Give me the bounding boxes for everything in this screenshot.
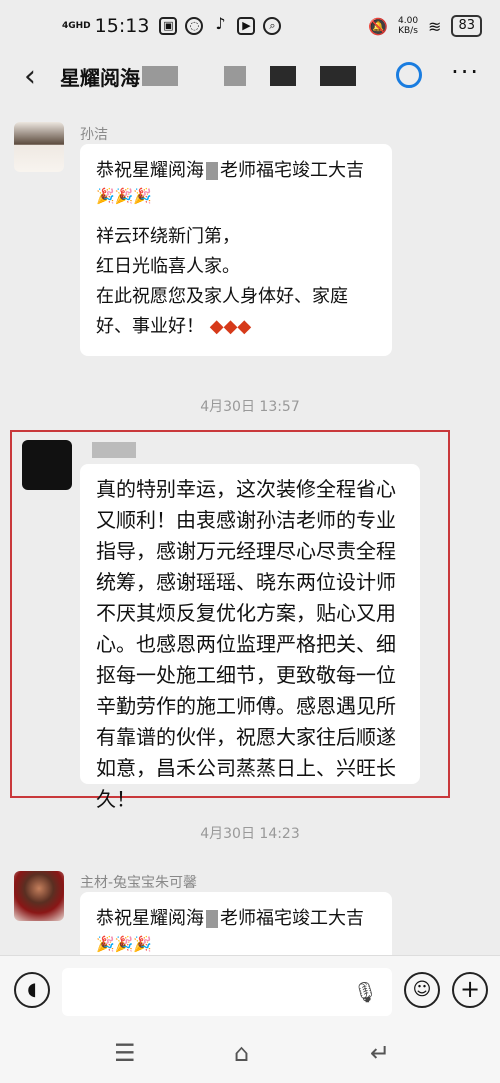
video-app-icon: ▶ [237,17,256,35]
redacted-block [142,66,178,86]
message-line: 恭祝星耀阅海 老师福宅竣工大吉 [96,156,376,186]
message-bubble[interactable]: 恭祝星耀阅海 老师福宅竣工大吉 🎉🎉🎉 祥云环绕新门第， 红日光临喜人家。 在此祝… [80,144,392,356]
message-text: 老师福宅竣工大吉 [220,908,364,929]
notification-app-icon: ▣ [159,17,178,35]
confetti-emoji: 🎉🎉🎉 [96,935,153,953]
wifi-icon: ≋ [428,16,442,36]
tiktok-icon: ♪ [215,14,226,33]
microphone-icon[interactable]: 🎙 [353,980,378,1004]
fu-stamp-icon: ◆◆◆ [209,316,252,337]
chat-title: 星耀阅海 [60,65,140,90]
message-bubble[interactable]: 真的特别幸运，这次装修全程省心又顺利！由衷感谢孙洁老师的专业指导，感谢万元经理尽… [80,464,420,811]
home-icon[interactable]: ⌂ [234,1039,249,1067]
more-icon[interactable]: ··· [451,58,480,86]
chat-message-list[interactable]: 孙洁 恭祝星耀阅海 老师福宅竣工大吉 🎉🎉🎉 祥云环绕新门第， 红日光临喜人家。 … [0,100,500,955]
message-line: 在此祝愿您及家人身体好、家庭 [96,286,348,307]
message-text: 老师福宅竣工大吉 [220,160,364,181]
search-icon[interactable] [396,62,422,88]
signal-indicator: 4GHD [62,20,91,31]
chat-app-icon: ◌ [185,17,204,35]
message-text: 好、事业好！ [96,316,204,337]
network-speed: 4.00 KB/s [398,16,418,36]
system-navigation-bar: ☰ ⌂ ↵ [0,1025,500,1083]
status-bar: 4GHD 15:13 ▣ ◌ ♪ ▶ ⌕ 🔕 4.00 KB/s ≋ 83 [0,0,500,52]
sender-name: 孙洁 [80,127,108,143]
status-time: 15:13 [94,15,150,37]
timestamp: 4月30日 13:57 [200,399,300,415]
network-speed-value: 4.00 [398,16,419,26]
redacted-block [206,910,218,928]
redacted-sender [92,442,136,458]
mute-icon: 🔕 [368,16,388,36]
message-bubble[interactable]: 恭祝星耀阅海 老师福宅竣工大吉 🎉🎉🎉 [80,892,392,955]
plus-icon[interactable]: + [452,972,488,1008]
message-input[interactable]: 🎙 [62,968,392,1016]
battery-indicator: 83 [451,15,482,37]
message-text: 恭祝星耀阅海 [96,908,204,929]
redacted-block [224,66,246,86]
message-line: 祥云环绕新门第， [96,226,240,247]
input-bar: ◖ 🎙 ☺ + [0,955,500,1025]
network-speed-unit: KB/s [398,26,418,36]
message-line: 红日光临喜人家。 [96,256,240,277]
voice-icon[interactable]: ◖ [14,972,50,1008]
avatar[interactable] [14,871,64,921]
browser-app-icon: ⌕ [263,17,282,35]
back-icon[interactable]: ‹ [0,59,60,94]
menu-icon[interactable]: ☰ [114,1039,136,1067]
redacted-block [320,66,356,86]
message-line: 恭祝星耀阅海 老师福宅竣工大吉 [96,904,376,934]
sender-name: 主材-兔宝宝朱可馨 [80,875,198,891]
chat-header: ‹ 星耀阅海 ··· [0,52,500,100]
redacted-block [270,66,296,86]
redacted-block [206,162,218,180]
avatar[interactable] [22,440,72,490]
timestamp: 4月30日 14:23 [200,826,300,842]
message-line: 好、事业好！ ◆◆◆ [96,312,376,342]
back-nav-icon[interactable]: ↵ [370,1039,390,1067]
message-text: 恭祝星耀阅海 [96,160,204,181]
confetti-emoji: 🎉🎉🎉 [96,187,153,205]
emoji-icon[interactable]: ☺ [404,972,440,1008]
avatar[interactable] [14,122,64,172]
